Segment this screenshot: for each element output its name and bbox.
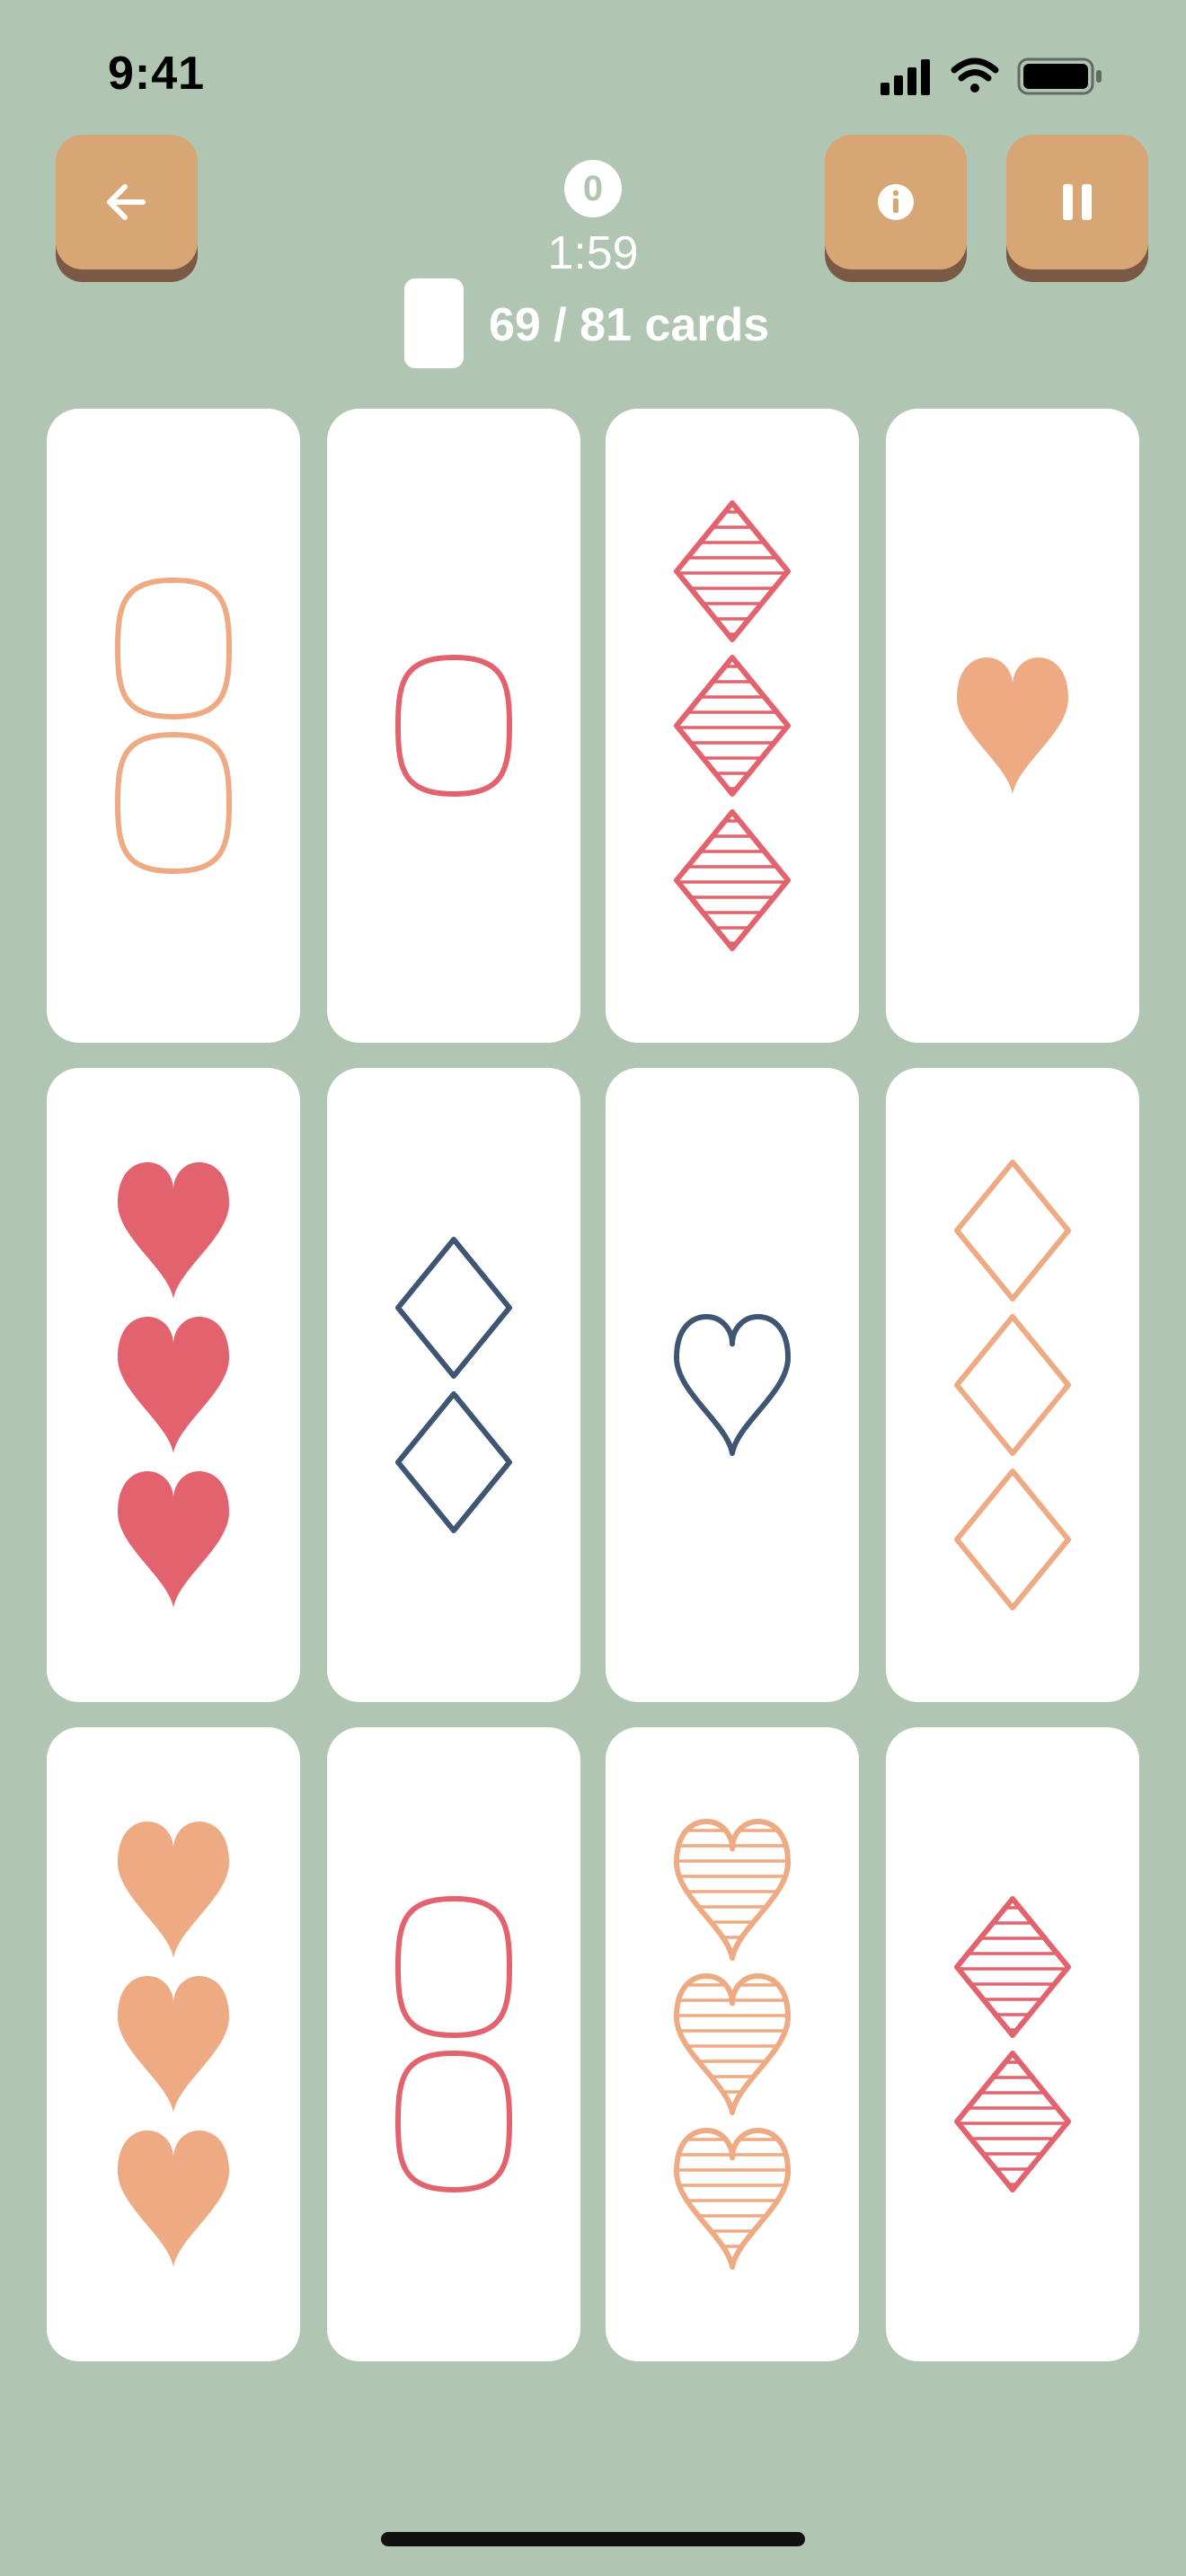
heart-icon	[118, 1317, 229, 1453]
diamond-icon	[674, 655, 791, 797]
oval-icon	[115, 578, 232, 719]
diamond-icon	[954, 1469, 1071, 1610]
diamond-icon	[954, 2051, 1071, 2192]
card-symbols	[674, 1819, 791, 2270]
game-card[interactable]	[47, 409, 300, 1043]
heart-icon	[118, 1976, 229, 2113]
card-symbols	[674, 500, 791, 951]
home-indicator	[381, 2532, 805, 2546]
heart-icon	[118, 2130, 229, 2267]
card-symbols	[957, 657, 1068, 794]
game-card[interactable]	[606, 1727, 859, 2361]
heart-icon	[674, 2128, 791, 2270]
card-symbols	[115, 578, 232, 874]
game-card[interactable]	[47, 1068, 300, 1702]
game-card[interactable]	[606, 1068, 859, 1702]
diamond-icon	[954, 1896, 1071, 2038]
game-card[interactable]	[886, 1727, 1139, 2361]
heart-icon	[957, 657, 1068, 794]
game-card[interactable]	[327, 409, 580, 1043]
diamond-icon	[395, 1237, 512, 1379]
game-card[interactable]	[327, 1068, 580, 1702]
heart-icon	[118, 1162, 229, 1299]
game-card[interactable]	[886, 1068, 1139, 1702]
card-symbols	[674, 1314, 791, 1456]
card-symbols	[395, 655, 512, 797]
oval-icon	[395, 2051, 512, 2192]
card-grid	[0, 0, 1186, 2425]
card-symbols	[954, 1160, 1071, 1610]
card-symbols	[395, 1896, 512, 2192]
oval-icon	[395, 655, 512, 797]
oval-icon	[115, 732, 232, 874]
heart-icon	[674, 1973, 791, 2115]
diamond-icon	[395, 1391, 512, 1533]
game-card[interactable]	[327, 1727, 580, 2361]
card-symbols	[118, 1162, 229, 1608]
diamond-icon	[954, 1314, 1071, 1456]
card-symbols	[395, 1237, 512, 1533]
oval-icon	[395, 1896, 512, 2038]
heart-icon	[118, 1471, 229, 1608]
game-card[interactable]	[606, 409, 859, 1043]
heart-icon	[674, 1819, 791, 1961]
card-symbols	[118, 1822, 229, 2267]
diamond-icon	[674, 500, 791, 642]
game-card[interactable]	[886, 409, 1139, 1043]
game-card[interactable]	[47, 1727, 300, 2361]
card-symbols	[954, 1896, 1071, 2192]
diamond-icon	[954, 1160, 1071, 1301]
diamond-icon	[674, 809, 791, 951]
heart-icon	[674, 1314, 791, 1456]
heart-icon	[118, 1822, 229, 1958]
